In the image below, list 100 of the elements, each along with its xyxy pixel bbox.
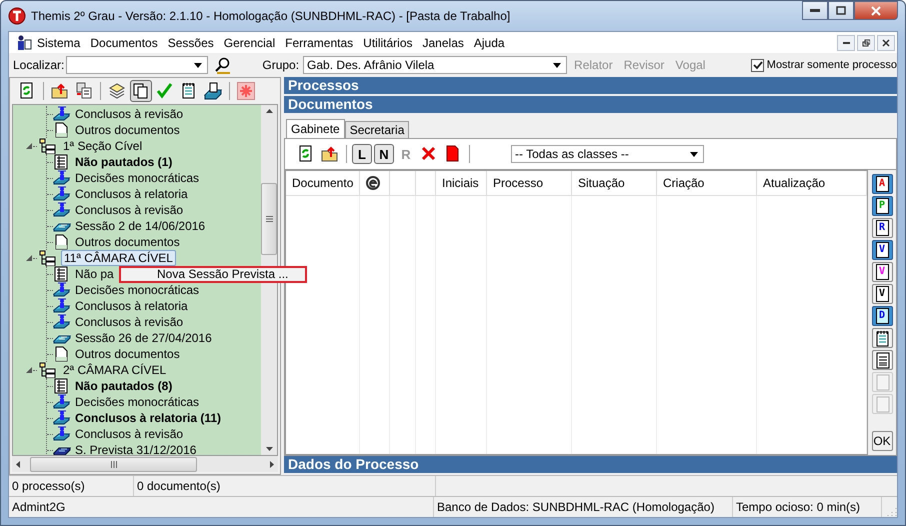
toolbar-button[interactable] xyxy=(202,80,224,102)
tree-item[interactable]: Outros documentos xyxy=(73,123,182,137)
close-icon xyxy=(882,38,890,46)
tree-item[interactable]: Conclusos à relatoria xyxy=(73,187,190,201)
minimize-icon xyxy=(810,9,820,12)
menu-item[interactable]: Ferramentas xyxy=(280,36,358,50)
stack-icon xyxy=(108,82,126,100)
window-title: Themis 2º Grau - Versão: 2.1.10 - Homologação (SUNBDHML-RAC) - [Pasta de Trabalho] xyxy=(31,9,510,23)
child-restore-button[interactable] xyxy=(857,34,875,50)
tree-item[interactable]: Conclusos à relatoria xyxy=(73,299,190,313)
grip-icon xyxy=(266,216,272,222)
status-text: Banco de Dados: SUNBDHML-RAC (Homologação) xyxy=(434,497,733,517)
tree-item[interactable]: Conclusos à revisão xyxy=(73,427,186,441)
section-header: Dados do Processo xyxy=(284,456,897,473)
figure-tray-icon xyxy=(53,170,71,186)
letter-button[interactable]: D xyxy=(872,306,892,326)
tree-item[interactable]: Decisões monocráticas xyxy=(73,171,202,185)
column-header[interactable]: Iniciais xyxy=(436,171,487,195)
group-combo[interactable]: Gab. Des. Afrânio Vilela xyxy=(303,56,568,74)
menu-item[interactable]: Gerencial xyxy=(218,36,280,50)
tab[interactable]: Secretaria xyxy=(344,121,410,138)
tree-item[interactable]: Não pa xyxy=(73,267,116,281)
tree-item[interactable]: Outros documentos xyxy=(73,235,182,249)
menu-item[interactable]: Utilitários xyxy=(358,36,418,50)
notepad-icon xyxy=(874,330,890,346)
asterisk-icon xyxy=(237,82,255,100)
menu-item[interactable]: Ajuda xyxy=(468,36,510,50)
minimize-button[interactable] xyxy=(802,1,828,20)
section-header: Processos xyxy=(284,77,897,94)
tree-item[interactable]: Sessão 2 de 14/06/2016 xyxy=(73,219,208,233)
checkmark-icon xyxy=(752,60,763,70)
menu-item[interactable]: Nova Sessão Prevista ... xyxy=(121,268,305,281)
toolbar-button[interactable] xyxy=(872,328,892,348)
tree-item[interactable]: Decisões monocráticas xyxy=(73,283,202,297)
maximize-icon xyxy=(836,6,846,16)
tree-item[interactable]: Não pautados (1) xyxy=(73,155,174,169)
menu-item[interactable]: Documentos xyxy=(85,36,163,50)
tree-item[interactable]: Decisões monocráticas xyxy=(73,395,202,409)
toolbar-button[interactable] xyxy=(872,350,892,370)
tree-item[interactable]: S. Prevista 31/12/2016 xyxy=(73,443,198,455)
child-close-button[interactable] xyxy=(877,34,895,50)
tree-item[interactable]: Conclusos à revisão xyxy=(73,315,186,329)
toggle-button[interactable]: L xyxy=(352,144,372,164)
tree-item[interactable]: Outros documentos xyxy=(73,347,182,361)
column-header[interactable]: Documento xyxy=(286,171,360,195)
search-icon xyxy=(214,56,232,74)
menu-item[interactable]: Janelas xyxy=(418,36,469,50)
menu-item[interactable]: Sistema xyxy=(32,36,86,50)
folder-arrow-icon xyxy=(321,145,339,163)
column-header[interactable]: Criação xyxy=(657,171,757,195)
tree-item[interactable]: 1ª Seção Cível xyxy=(61,139,144,153)
dropdown-arrow-icon xyxy=(553,62,562,68)
status-text: Admint2G xyxy=(9,497,434,517)
tree-item[interactable]: Conclusos à revisão xyxy=(73,107,186,121)
horizontal-scrollbar[interactable] xyxy=(12,456,278,472)
pages-arrow-icon xyxy=(75,82,93,100)
toggle-button[interactable]: N xyxy=(374,144,394,164)
app-logo-icon xyxy=(8,7,26,25)
grip-icon xyxy=(110,460,116,468)
scroll-right-icon xyxy=(270,460,274,468)
tree-item[interactable]: Conclusos à revisão xyxy=(73,203,186,217)
column-header[interactable]: Atualização xyxy=(757,171,867,195)
figure-tray-icon xyxy=(53,282,71,298)
figure-tray-icon xyxy=(53,106,71,122)
scroll-down-icon xyxy=(266,447,272,451)
tree-item[interactable]: 11ª CÂMARA CÍVEL xyxy=(61,250,176,266)
checkbox[interactable] xyxy=(750,58,764,72)
minimize-icon xyxy=(842,42,850,44)
menu-item[interactable]: Sessões xyxy=(162,36,219,50)
tree-item[interactable]: Conclusos à relatoria (11) xyxy=(73,411,224,425)
tree-item[interactable]: 2ª CÂMARA CÍVEL xyxy=(61,363,168,377)
column-header[interactable]: Processo xyxy=(487,171,572,195)
maximize-button[interactable] xyxy=(828,1,854,20)
tree-item[interactable]: Não pautados (8) xyxy=(73,379,174,393)
letter-button[interactable]: R xyxy=(872,218,892,238)
letter-button[interactable]: V xyxy=(872,284,892,304)
check-icon xyxy=(156,82,174,100)
restore-icon xyxy=(862,38,870,46)
letter-button[interactable]: V xyxy=(872,240,892,260)
tree-group-icon xyxy=(39,138,57,154)
document-icon xyxy=(874,352,890,368)
toolbar-button[interactable] xyxy=(130,80,152,102)
close-button[interactable] xyxy=(854,1,898,20)
tree-item[interactable]: Sessão 26 de 27/04/2016 xyxy=(73,331,214,345)
column-header[interactable]: Situação xyxy=(572,171,657,195)
scrollbar-thumb[interactable] xyxy=(30,456,197,472)
status-text: 0 processo(s) xyxy=(9,476,134,496)
figure-tray-icon xyxy=(53,186,71,202)
tree-group-icon xyxy=(39,362,57,378)
search-combo[interactable] xyxy=(66,56,208,74)
child-minimize-button[interactable] xyxy=(837,34,855,50)
ok-button[interactable]: OK xyxy=(872,431,892,451)
user-icon xyxy=(16,34,32,50)
tab[interactable]: Gabinete xyxy=(286,119,345,138)
figure-tray-icon xyxy=(53,298,71,314)
checkbox-label: Mostrar somente processo xyxy=(766,59,897,71)
class-filter-combo[interactable]: -- Todas as classes -- xyxy=(511,145,704,163)
tray-icon xyxy=(204,82,222,100)
letter-button[interactable]: A xyxy=(872,174,892,194)
scrollbar-thumb[interactable] xyxy=(261,183,277,255)
